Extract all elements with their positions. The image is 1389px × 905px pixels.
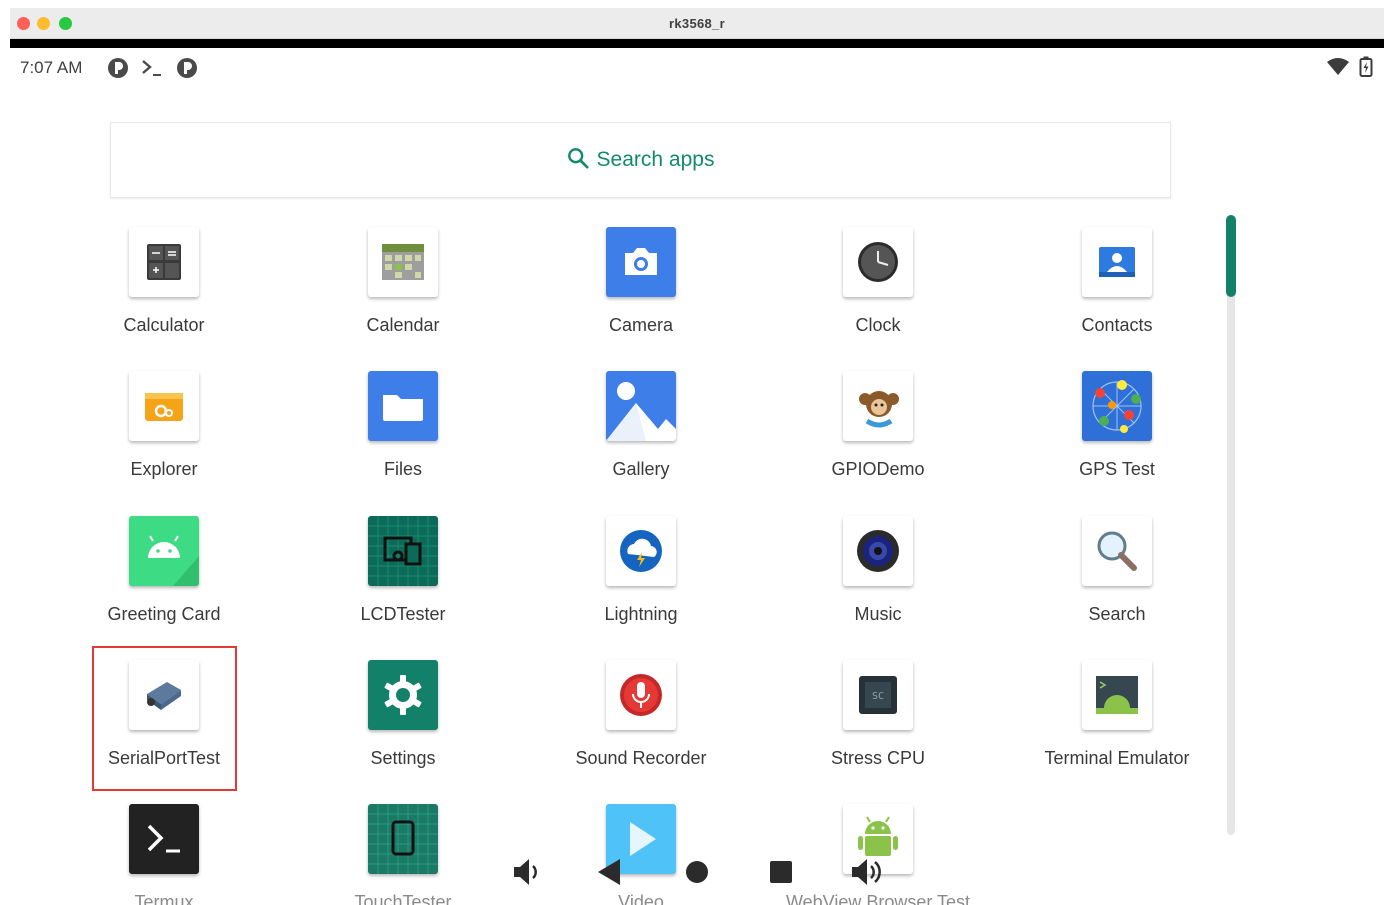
terminal-android-icon xyxy=(1082,660,1152,730)
app-label: Explorer xyxy=(130,459,198,479)
explorer-icon xyxy=(129,371,199,441)
window-titlebar: rk3568_r xyxy=(10,8,1384,39)
app-stress-cpu[interactable]: SC Stress CPU xyxy=(778,660,978,769)
app-label: WebView Browser Test xyxy=(785,892,971,905)
files-icon xyxy=(368,371,438,441)
gear-icon xyxy=(368,660,438,730)
window-divider xyxy=(10,39,1384,48)
app-termux[interactable]: Termux xyxy=(64,804,264,905)
app-label: Music xyxy=(854,604,902,624)
app-gps-test[interactable]: GPS Test xyxy=(1017,371,1217,480)
app-calculator[interactable]: Calculator xyxy=(64,227,264,336)
camera-icon xyxy=(606,227,676,297)
calculator-icon xyxy=(129,227,199,297)
lcd-tester-icon xyxy=(368,516,438,586)
clock-icon xyxy=(843,227,913,297)
selection-highlight xyxy=(92,646,237,791)
volume-up-icon[interactable] xyxy=(850,857,882,892)
touch-tester-icon xyxy=(368,804,438,874)
app-settings[interactable]: Settings xyxy=(303,660,503,769)
home-icon[interactable] xyxy=(684,859,710,890)
app-label: Search xyxy=(1088,604,1146,624)
scrollbar-track[interactable] xyxy=(1227,215,1235,835)
app-label: Contacts xyxy=(1081,315,1153,335)
app-music[interactable]: Music xyxy=(778,516,978,625)
android-icon xyxy=(129,516,199,586)
app-label: Camera xyxy=(608,315,674,335)
search-icon xyxy=(567,148,589,169)
status-time: 7:07 AM xyxy=(20,58,83,77)
app-label: Files xyxy=(383,459,422,479)
terminal-prompt-icon xyxy=(129,804,199,874)
gallery-icon xyxy=(606,371,676,441)
cpu-chip-icon: SC xyxy=(843,660,913,730)
app-label: Termux xyxy=(134,892,194,905)
terminal-notification-icon xyxy=(140,58,164,83)
app-touchtester[interactable]: TouchTester xyxy=(303,804,503,905)
app-lightning[interactable]: Lightning xyxy=(541,516,741,625)
app-explorer[interactable]: Explorer xyxy=(64,371,264,480)
app-label: Settings xyxy=(370,748,436,768)
window-title: rk3568_r xyxy=(669,16,725,31)
notification-app-icon-2 xyxy=(176,57,198,84)
volume-down-icon[interactable] xyxy=(512,857,540,892)
calendar-icon xyxy=(368,227,438,297)
speaker-music-icon xyxy=(843,516,913,586)
app-label: Calculator xyxy=(123,315,205,335)
app-label: Gallery xyxy=(612,459,670,479)
app-label: GPS Test xyxy=(1079,459,1155,479)
app-label: Lightning xyxy=(604,604,678,624)
app-label: Calendar xyxy=(366,315,440,335)
lightning-cloud-icon xyxy=(606,516,676,586)
recents-icon[interactable] xyxy=(768,859,794,890)
app-label: Greeting Card xyxy=(107,604,221,624)
scrollbar-thumb[interactable] xyxy=(1226,215,1236,297)
app-greeting-card[interactable]: Greeting Card xyxy=(64,516,264,625)
app-label: Sound Recorder xyxy=(575,748,707,768)
app-label: Clock xyxy=(855,315,901,335)
app-files[interactable]: Files xyxy=(303,371,503,480)
app-sound-recorder[interactable]: Sound Recorder xyxy=(541,660,741,769)
search-apps-bar[interactable]: Search apps xyxy=(110,122,1171,198)
contacts-icon xyxy=(1082,227,1152,297)
app-label: Stress CPU xyxy=(830,748,926,768)
app-gpiodemo[interactable]: GPIODemo xyxy=(778,371,978,480)
app-calendar[interactable]: Calendar xyxy=(303,227,503,336)
microphone-icon xyxy=(606,660,676,730)
app-lcdtester[interactable]: LCDTester xyxy=(303,516,503,625)
app-search[interactable]: Search xyxy=(1017,516,1217,625)
app-label: Video xyxy=(618,892,664,905)
app-gallery[interactable]: Gallery xyxy=(541,371,741,480)
notification-app-icon xyxy=(107,57,129,84)
app-video[interactable]: Video xyxy=(541,804,741,905)
app-label: TouchTester xyxy=(354,892,452,905)
app-label: LCDTester xyxy=(360,604,446,624)
app-contacts[interactable]: Contacts xyxy=(1017,227,1217,336)
battery-charging-icon xyxy=(1359,56,1373,83)
magnifier-icon xyxy=(1082,516,1152,586)
app-camera[interactable]: Camera xyxy=(541,227,741,336)
app-terminal-emulator[interactable]: Terminal Emulator xyxy=(1017,660,1217,769)
svg-text:SC: SC xyxy=(872,691,884,702)
app-clock[interactable]: Clock xyxy=(778,227,978,336)
back-icon[interactable] xyxy=(596,857,622,892)
search-placeholder: Search apps xyxy=(596,148,715,171)
monkey-icon xyxy=(843,371,913,441)
app-label: Terminal Emulator xyxy=(1044,748,1190,768)
status-bar: 7:07 AM xyxy=(10,48,1384,88)
app-label: GPIODemo xyxy=(831,459,925,479)
satellite-network-icon xyxy=(1082,371,1152,441)
wifi-icon xyxy=(1326,58,1350,81)
